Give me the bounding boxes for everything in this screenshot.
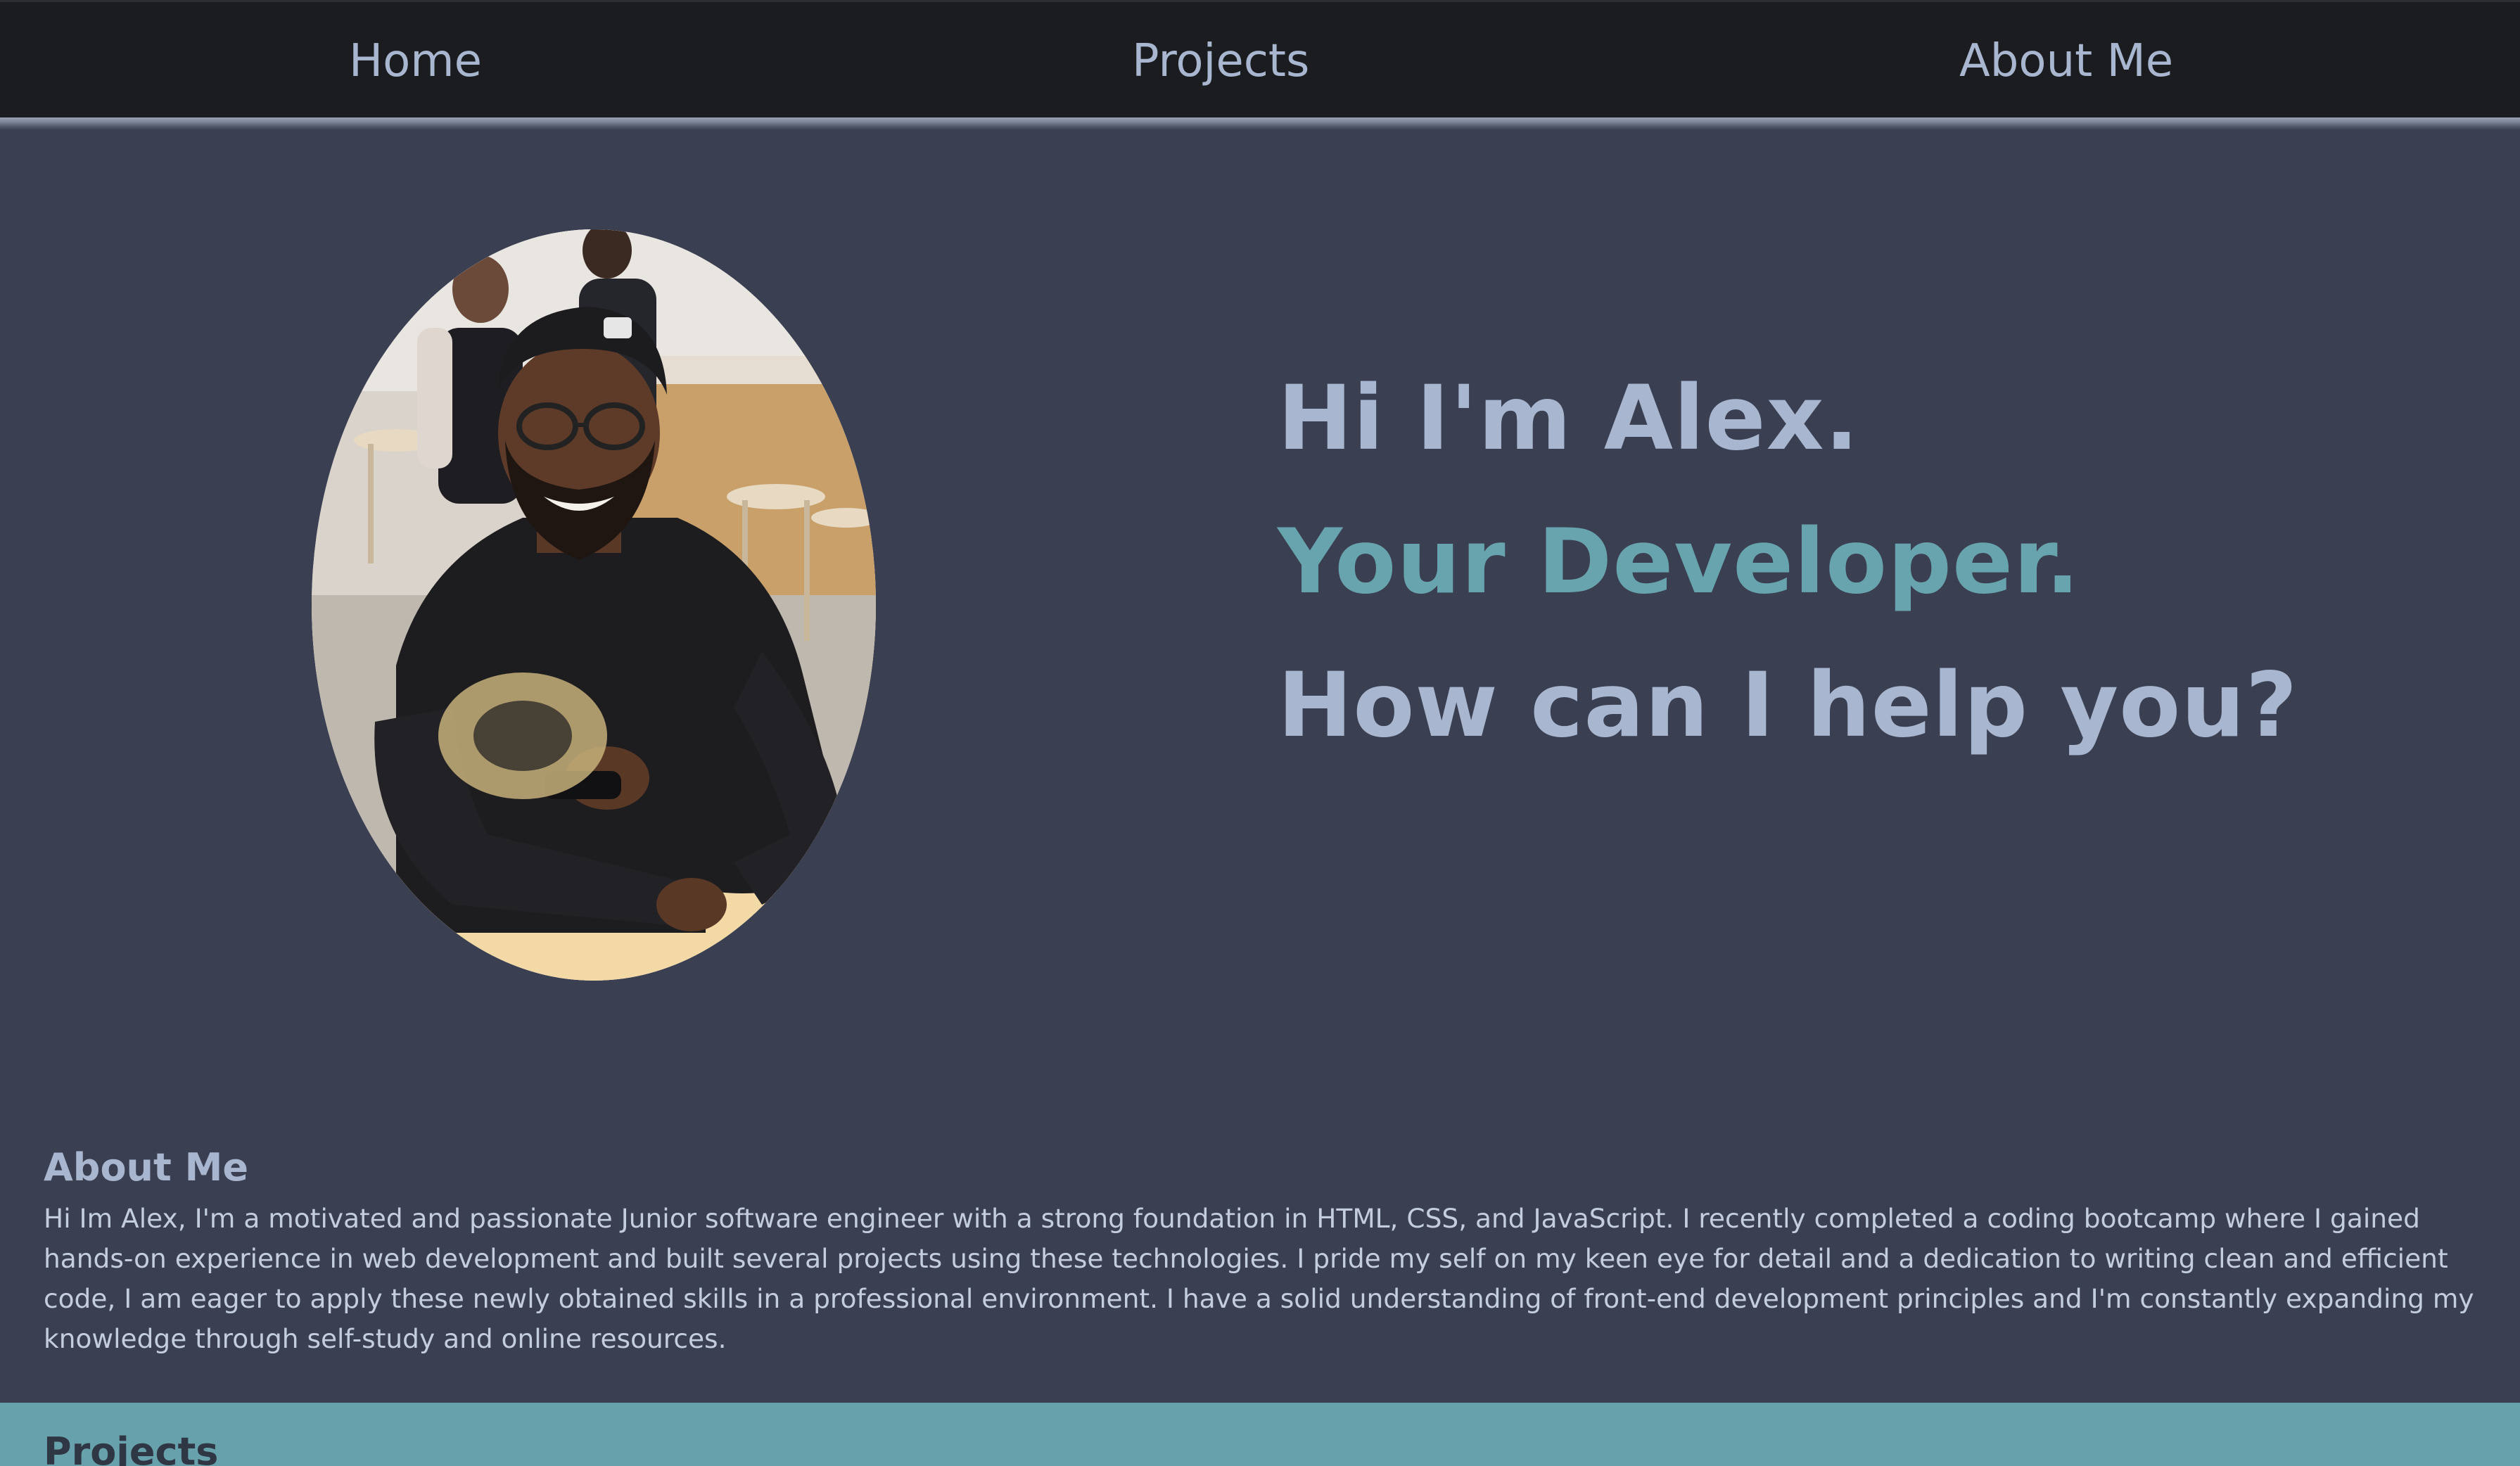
profile-photo xyxy=(312,229,876,981)
nav-link-projects[interactable]: Projects xyxy=(1132,30,1309,92)
about-me-paragraph: Hi Im Alex, I'm a motivated and passiona… xyxy=(44,1203,2474,1354)
projects-heading: Projects xyxy=(44,1429,219,1466)
hero-question: How can I help you? xyxy=(1278,653,2298,757)
nav-link-about-me[interactable]: About Me xyxy=(1959,30,2173,92)
about-me-heading: About Me xyxy=(44,1145,248,1190)
navbar-shadow xyxy=(0,117,2520,130)
projects-section: Projects xyxy=(0,1403,2520,1466)
hero-tagline: Your Developer. xyxy=(1278,509,2080,613)
nav-link-home[interactable]: Home xyxy=(349,30,482,92)
top-navbar: Home Projects About Me xyxy=(0,0,2520,117)
hero-greeting: Hi I'm Alex. xyxy=(1278,366,1859,470)
profile-photo-illustration xyxy=(312,229,876,981)
